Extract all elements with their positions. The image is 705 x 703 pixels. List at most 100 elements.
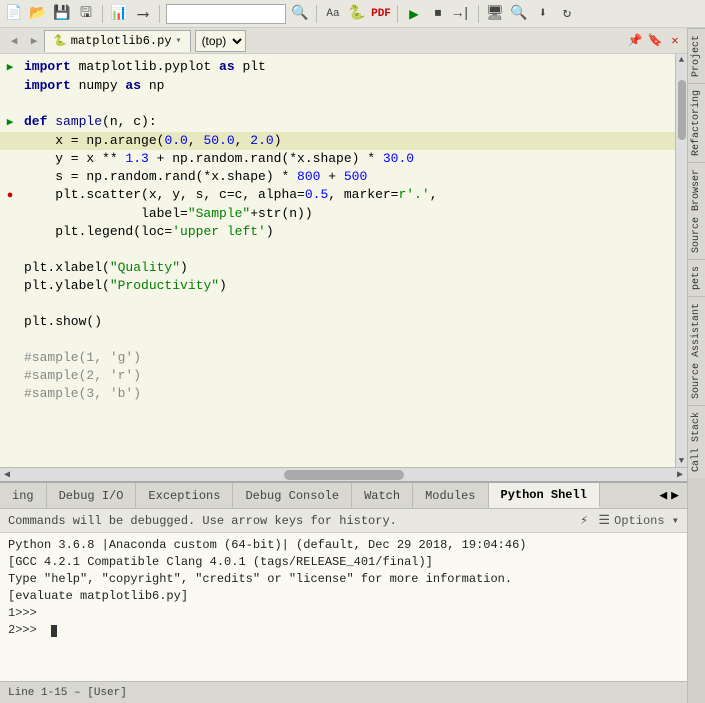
file-tab-matplotlib[interactable]: 🐍 matplotlib6.py ▾: [44, 30, 191, 52]
gutter-16: [0, 331, 20, 332]
code-content-3: [20, 95, 675, 113]
center-column: ◀ ▶ 🐍 matplotlib6.py ▾ (top) 📌 🔖 ✕ ▶: [0, 28, 687, 703]
sidebar-source-assistant[interactable]: Source Assistant: [688, 296, 705, 405]
tab-modules[interactable]: Modules: [413, 483, 488, 508]
status-bar: Line 1-15 – [User]: [0, 681, 687, 703]
gutter-5: [0, 132, 20, 133]
prompt-1-label: 1>>>: [8, 606, 37, 620]
console-output[interactable]: Python 3.6.8 |Anaconda custom (64-bit)| …: [0, 533, 687, 681]
sidebar-pets[interactable]: pets: [688, 259, 705, 296]
spell-icon[interactable]: Aa: [323, 4, 343, 24]
refresh-icon[interactable]: ↻: [557, 4, 577, 24]
code-content-4: def sample(n, c):: [20, 113, 675, 131]
code-content-13: plt.ylabel("Productivity"): [20, 277, 675, 295]
step-in-icon[interactable]: →|: [452, 4, 472, 24]
scroll-up-icon[interactable]: ▲: [676, 54, 688, 66]
sep4: [397, 5, 398, 23]
h-scroll-right-icon[interactable]: ▶: [673, 468, 687, 482]
close-tab-button[interactable]: ✕: [667, 33, 683, 49]
search-icon[interactable]: 🔍: [290, 4, 310, 24]
code-editor[interactable]: ▶ import matplotlib.pyplot as plt import…: [0, 54, 675, 467]
code-content-9: label="Sample"+str(n)): [20, 205, 675, 223]
bug-icon[interactable]: ⚡: [574, 511, 594, 531]
sep5: [478, 5, 479, 23]
console-help-text: Commands will be debugged. Use arrow key…: [8, 514, 574, 528]
nav-forward-icon[interactable]: ▶: [24, 31, 44, 51]
sep2: [159, 5, 160, 23]
code-content-2: import numpy as np: [20, 77, 675, 95]
h-scroll-thumb[interactable]: [284, 470, 404, 480]
sep3: [316, 5, 317, 23]
cursor: [51, 625, 57, 637]
code-content-6: y = x ** 1.3 + np.random.rand(*x.shape) …: [20, 150, 675, 168]
new-file-icon[interactable]: 📄: [4, 4, 24, 24]
h-scroll-left-icon[interactable]: ◀: [0, 468, 14, 482]
file-tab-dropdown-icon[interactable]: ▾: [176, 35, 182, 47]
search-input[interactable]: [166, 4, 286, 24]
gutter-14: [0, 295, 20, 296]
code-line-4: ▶ def sample(n, c):: [0, 113, 675, 132]
code-content-7: s = np.random.rand(*x.shape) * 800 + 500: [20, 168, 675, 186]
monitor-icon[interactable]: 🖥: [485, 4, 505, 24]
code-line-11: [0, 241, 675, 259]
console-line-2: [GCC 4.2.1 Compatible Clang 4.0.1 (tags/…: [8, 554, 679, 571]
gutter-10: [0, 223, 20, 224]
options-button[interactable]: Options ▾: [614, 513, 679, 528]
prev-tab-icon[interactable]: ◀: [659, 488, 667, 503]
open-icon[interactable]: 📂: [28, 4, 48, 24]
chart-icon[interactable]: 📊: [109, 4, 129, 24]
code-line-5: x = np.arange(0.0, 50.0, 2.0): [0, 132, 675, 150]
pdf-icon[interactable]: PDF: [371, 4, 391, 24]
save-all-icon[interactable]: 🖫: [76, 4, 96, 24]
tab-watch[interactable]: Watch: [352, 483, 413, 508]
code-content-10: plt.legend(loc='upper left'): [20, 223, 675, 241]
magnify-icon[interactable]: 🔍: [509, 4, 529, 24]
sidebar-project[interactable]: Project: [688, 28, 705, 83]
stop-icon[interactable]: ⏹: [428, 4, 448, 24]
vertical-scrollbar[interactable]: ▲ ▼: [675, 54, 687, 467]
code-content-5: x = np.arange(0.0, 50.0, 2.0): [20, 132, 675, 150]
gutter-4: ▶: [0, 113, 20, 132]
tab-ing[interactable]: ing: [0, 483, 47, 508]
snake-icon[interactable]: 🐍: [347, 4, 367, 24]
gutter-6: [0, 150, 20, 151]
right-sidebar: Project Refactoring Source Browser pets …: [687, 28, 705, 703]
horizontal-scrollbar[interactable]: ◀ ▶: [0, 467, 687, 481]
code-line-19: #sample(3, 'b'): [0, 385, 675, 403]
gutter-8: ●: [0, 186, 20, 205]
bookmark-button[interactable]: 🔖: [647, 33, 663, 49]
step-icon[interactable]: ⟶: [133, 4, 153, 24]
code-line-2: import numpy as np: [0, 77, 675, 95]
code-line-3: [0, 95, 675, 113]
file-tab-name: matplotlib6.py: [71, 34, 172, 48]
scroll-down-icon[interactable]: ▼: [676, 455, 688, 467]
nav-back-icon[interactable]: ◀: [4, 31, 24, 51]
sidebar-call-stack[interactable]: Call Stack: [688, 405, 705, 478]
gutter-9: [0, 205, 20, 206]
code-line-13: plt.ylabel("Productivity"): [0, 277, 675, 295]
code-line-1: ▶ import matplotlib.pyplot as plt: [0, 58, 675, 77]
run-icon[interactable]: ▶: [404, 4, 424, 24]
scope-select[interactable]: (top): [195, 30, 246, 52]
next-tab-icon[interactable]: ▶: [671, 488, 679, 503]
save-icon[interactable]: 💾: [52, 4, 72, 24]
tab-debug-io[interactable]: Debug I/O: [47, 483, 137, 508]
code-line-12: plt.xlabel("Quality"): [0, 259, 675, 277]
sidebar-source-browser[interactable]: Source Browser: [688, 162, 705, 259]
tab-exceptions[interactable]: Exceptions: [136, 483, 233, 508]
file-tabs-bar: ◀ ▶ 🐍 matplotlib6.py ▾ (top) 📌 🔖 ✕: [0, 28, 687, 54]
code-line-10: plt.legend(loc='upper left'): [0, 223, 675, 241]
scroll-thumb[interactable]: [678, 80, 686, 140]
gutter-17: [0, 349, 20, 350]
layout: ◀ ▶ 🐍 matplotlib6.py ▾ (top) 📌 🔖 ✕ ▶: [0, 28, 705, 703]
console-prompt-1: 1>>>: [8, 605, 679, 622]
list-icon[interactable]: ☰: [594, 511, 614, 531]
gutter-3: [0, 95, 20, 96]
code-content-15: plt.show(): [20, 313, 675, 331]
tab-python-shell[interactable]: Python Shell: [489, 483, 600, 508]
download-icon[interactable]: ⬇: [533, 4, 553, 24]
pin-button[interactable]: 📌: [627, 33, 643, 49]
sidebar-refactoring[interactable]: Refactoring: [688, 83, 705, 162]
python-file-icon: 🐍: [53, 34, 67, 48]
tab-debug-console[interactable]: Debug Console: [233, 483, 352, 508]
